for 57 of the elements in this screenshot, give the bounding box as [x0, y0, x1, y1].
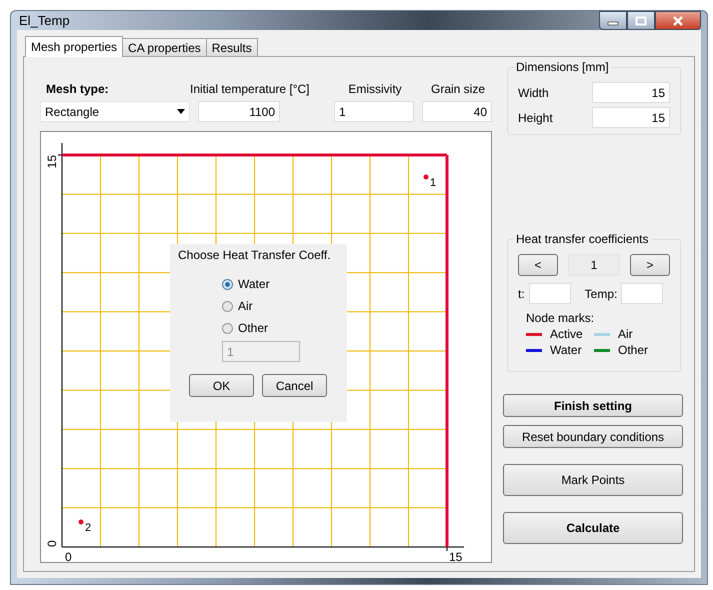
maximize-icon	[635, 16, 647, 26]
marked-point[interactable]	[424, 174, 428, 180]
input-field[interactable]	[621, 283, 664, 304]
field-label: Emissivity	[347, 82, 403, 96]
calculate-button[interactable]: Calculate	[503, 512, 683, 544]
axis-label: 0	[65, 550, 72, 562]
input-field[interactable]: 1100	[198, 101, 280, 122]
field-label: Height	[518, 110, 553, 124]
radio-button[interactable]	[222, 322, 233, 334]
radio-button[interactable]	[222, 278, 233, 290]
field-label: Width	[518, 86, 549, 100]
input-field[interactable]: 15	[592, 107, 670, 128]
dialog-title: Choose Heat Transfer Coeff.	[178, 248, 332, 262]
legend-title: Node marks:	[526, 311, 596, 325]
previous-button[interactable]: <	[518, 254, 558, 276]
radio-option[interactable]: Other	[222, 321, 339, 335]
tab[interactable]: Mesh properties	[25, 36, 124, 57]
input-field[interactable]	[528, 283, 571, 304]
dropdown-arrow-icon	[177, 109, 185, 114]
group-title: Dimensions [mm]	[514, 60, 611, 74]
group-title: Heat transfer coefficients	[514, 232, 651, 246]
close-icon	[672, 16, 684, 26]
ok-button[interactable]: OK	[189, 374, 254, 397]
reset-button[interactable]: Reset boundary conditions	[503, 425, 683, 448]
finish-setting-button[interactable]: Finish setting	[503, 394, 683, 417]
legend-label: Active	[550, 327, 583, 341]
window-title: El_Temp	[18, 13, 70, 28]
radio-button[interactable]	[222, 300, 233, 312]
point-label: 1	[430, 177, 436, 189]
marked-point[interactable]	[78, 520, 84, 524]
legend-label: Air	[618, 327, 633, 341]
field-label: Mesh type:	[45, 82, 110, 96]
maximize-button[interactable]	[627, 11, 655, 30]
field-label: Grain size	[430, 82, 486, 96]
axis-label: 15	[449, 550, 462, 562]
field-label: Temp:	[584, 286, 618, 300]
legend-label: Other	[618, 343, 648, 357]
point-label: 2	[85, 522, 92, 534]
input-field[interactable]: 1	[334, 101, 414, 122]
cancel-button[interactable]: Cancel	[262, 374, 327, 397]
legend-label: Water	[550, 343, 582, 357]
index-display: 1	[568, 254, 620, 276]
field-label: t:	[518, 286, 525, 300]
axis-label: 0	[45, 540, 59, 547]
close-button[interactable]	[655, 11, 701, 30]
mark-points-button[interactable]: Mark Points	[503, 464, 683, 496]
input-field[interactable]: 15	[592, 82, 670, 103]
radio-option[interactable]: Air	[222, 299, 339, 313]
tab[interactable]: Results	[206, 38, 258, 56]
minimize-button[interactable]	[599, 11, 627, 30]
next-button[interactable]: >	[630, 254, 670, 276]
input-field[interactable]: 40	[422, 101, 492, 122]
field-label: Initial temperature [°C]	[189, 82, 311, 96]
tab[interactable]: CA properties	[122, 38, 207, 56]
mesh-type-dropdown[interactable]: Rectangle	[40, 101, 190, 122]
radio-option[interactable]: Water	[222, 277, 339, 291]
axis-label: 15	[45, 155, 59, 168]
